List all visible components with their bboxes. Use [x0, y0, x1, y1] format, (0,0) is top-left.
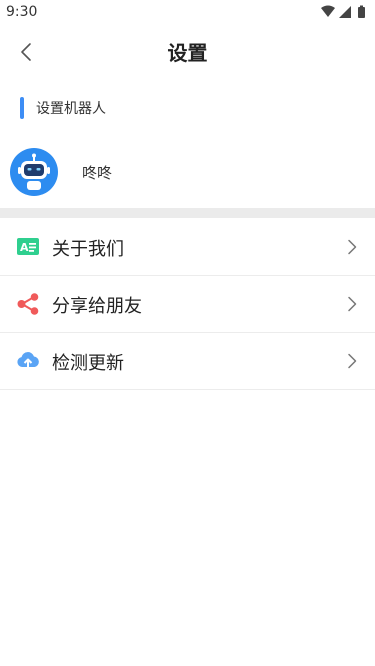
svg-text:A: A — [20, 241, 29, 254]
menu-item-check-update[interactable]: 检测更新 — [0, 333, 375, 390]
menu-item-share[interactable]: 分享给朋友 — [0, 276, 375, 333]
status-icons — [321, 5, 365, 18]
header: 设置 — [0, 24, 375, 80]
menu-item-label: 检测更新 — [52, 353, 124, 374]
cloud-upload-icon — [17, 352, 39, 369]
menu-item-label: 关于我们 — [52, 239, 124, 260]
chevron-right-icon — [348, 353, 357, 369]
share-icon — [17, 293, 39, 315]
chevron-right-icon — [348, 296, 357, 312]
menu-item-about[interactable]: A 关于我们 — [0, 219, 375, 276]
robot-name: 咚咚 — [82, 164, 113, 182]
section-divider — [0, 208, 375, 218]
robot-row[interactable]: 咚咚 — [0, 144, 375, 200]
status-bar: 9:30 — [0, 0, 375, 24]
battery-icon — [358, 5, 365, 18]
id-card-icon: A — [17, 238, 39, 255]
section-title: 设置机器人 — [36, 101, 106, 117]
page-title: 设置 — [167, 41, 208, 65]
chevron-right-icon — [348, 239, 357, 255]
section-header: 设置机器人 — [20, 97, 106, 119]
wifi-icon — [321, 5, 335, 17]
menu-list: A 关于我们 分享给朋友 检测更新 — [0, 219, 375, 390]
menu-item-label: 分享给朋友 — [52, 296, 142, 317]
status-time: 9:30 — [6, 4, 38, 20]
section-accent-bar — [20, 97, 24, 119]
robot-icon — [10, 148, 58, 196]
signal-icon — [339, 6, 351, 18]
